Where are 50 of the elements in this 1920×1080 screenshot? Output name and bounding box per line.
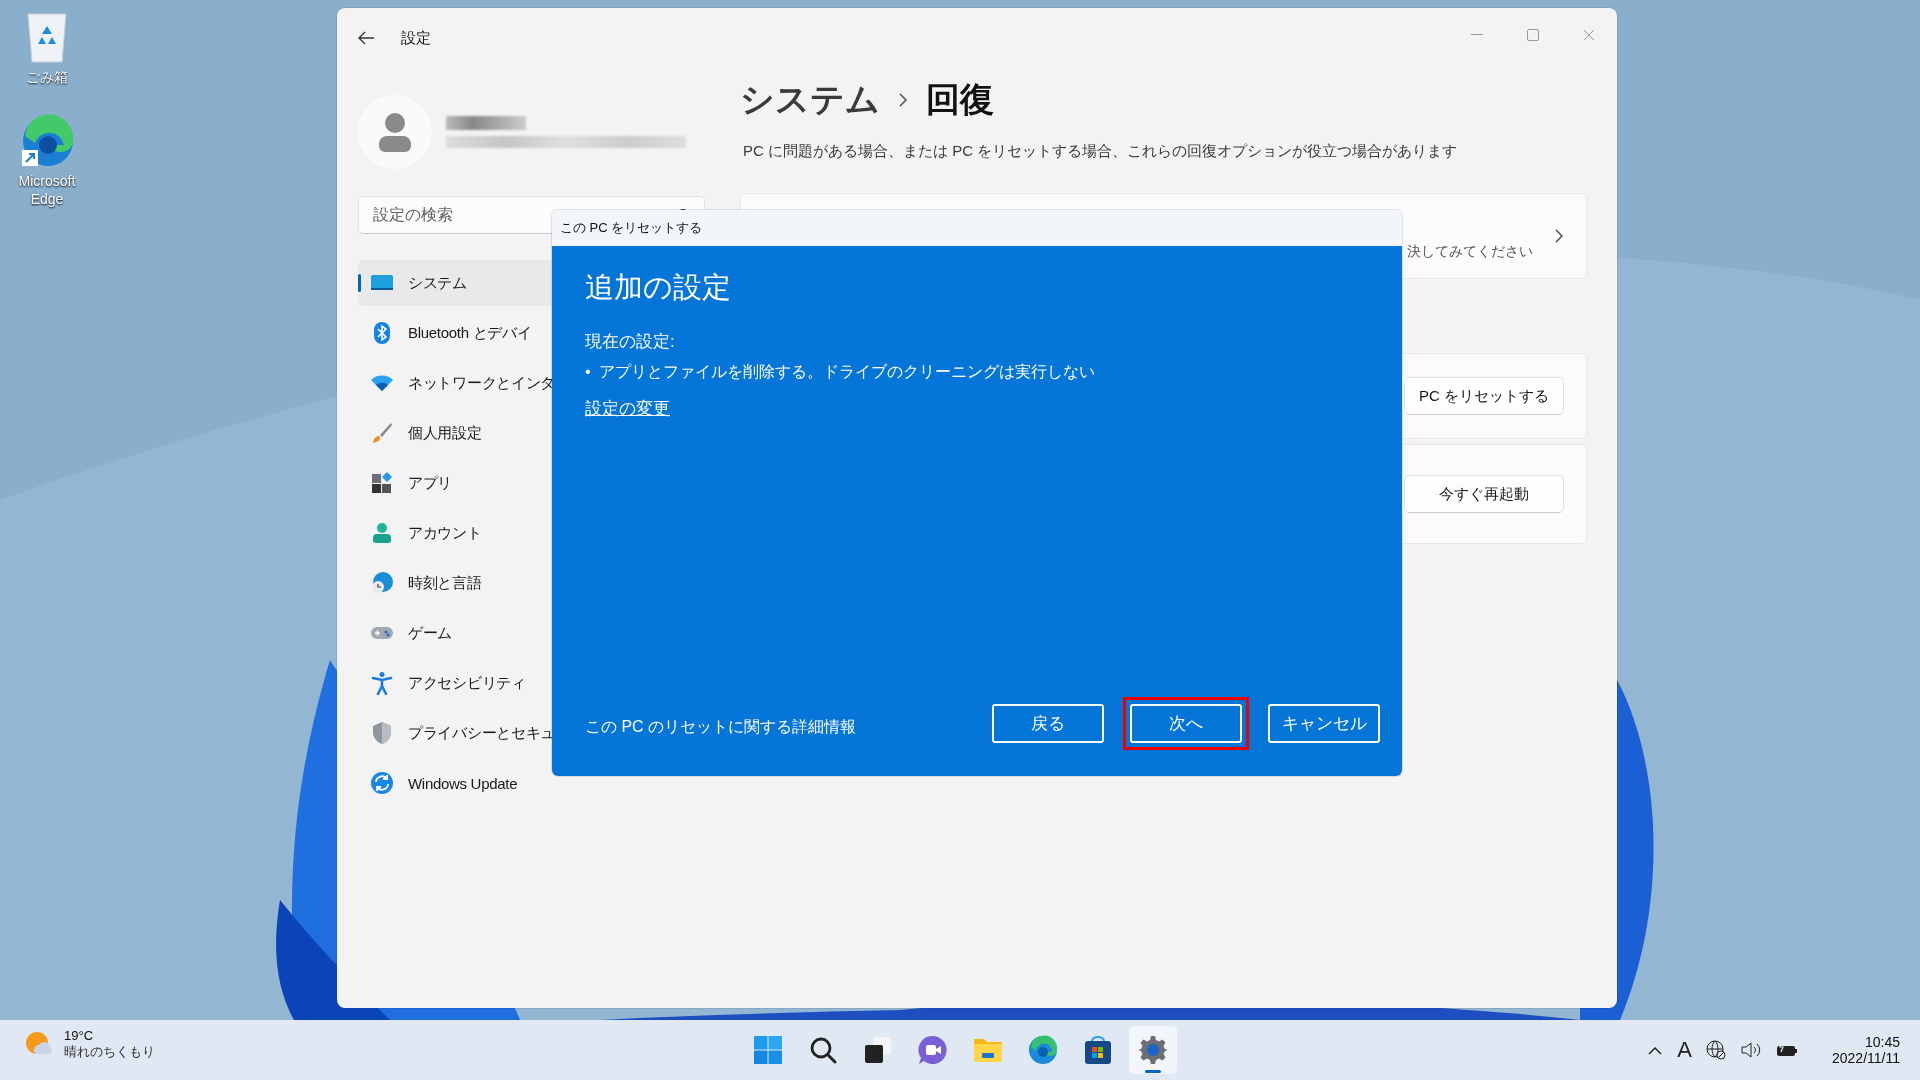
person-silhouette-icon	[378, 112, 412, 152]
desktop-icon-label: Microsoft Edge	[17, 172, 77, 208]
dialog-title: この PC をリセットする	[560, 219, 703, 237]
globe-clock-icon	[370, 571, 394, 595]
minimize-icon	[1471, 34, 1483, 36]
dialog-button[interactable]: 次へ	[1130, 704, 1242, 743]
card-button[interactable]: 今すぐ再起動	[1404, 475, 1564, 513]
shield-icon	[370, 721, 394, 745]
change-settings-link[interactable]: 設定の変更	[585, 397, 670, 420]
temperature: 19°C	[64, 1028, 95, 1043]
desktop-icon-label: ごみ箱	[26, 68, 68, 86]
card-button[interactable]: PC をリセットする	[1404, 377, 1564, 415]
apps-icon	[370, 471, 394, 495]
task-view-icon	[862, 1035, 893, 1065]
window-title: 設定	[401, 28, 432, 48]
globe-icon[interactable]	[1706, 1040, 1726, 1060]
sync-icon	[370, 771, 394, 795]
weather-widget[interactable]: 19°C 晴れのちくもり	[24, 1028, 155, 1061]
nav-item[interactable]: Windows Update	[358, 760, 705, 806]
chevron-right-icon	[1554, 228, 1564, 244]
settings-label: 現在の設定:	[585, 331, 676, 353]
maximize-icon	[1527, 29, 1539, 41]
dialog-button[interactable]: 戻る	[992, 704, 1104, 743]
input-indicator[interactable]: A	[1677, 1037, 1692, 1063]
bullet-text: アプリとファイルを削除する。ドライブのクリーニングは実行しない	[598, 362, 1095, 382]
breadcrumb-link[interactable]: システム	[740, 77, 880, 123]
gear-icon	[1137, 1035, 1168, 1065]
selection-indicator	[358, 274, 361, 292]
windows-logo-icon	[752, 1035, 783, 1065]
video-chat-icon	[917, 1035, 948, 1065]
clock[interactable]: 10:45 2022/11/11	[1832, 1034, 1900, 1066]
info-link[interactable]: この PC のリセットに関する詳細情報	[585, 717, 857, 738]
person-icon	[370, 521, 394, 545]
paintbrush-icon	[370, 421, 394, 445]
page-description: PC に問題がある場合、または PC をリセットする場合、これらの回復オプションが役立つ場合があります	[743, 142, 1459, 161]
accessibility-icon	[370, 671, 394, 695]
weather-condition: 晴れのちくもり	[64, 1043, 155, 1061]
chevron-up-icon[interactable]	[1647, 1045, 1664, 1055]
store-bag-icon	[1082, 1035, 1113, 1065]
speaker-icon[interactable]	[1740, 1041, 1762, 1059]
back-arrow-icon[interactable]	[357, 30, 375, 46]
close-icon	[1583, 29, 1595, 41]
dialog-button[interactable]: キャンセル	[1268, 704, 1380, 743]
card-description: 決してみてください	[1407, 243, 1533, 261]
active-indicator	[1144, 1070, 1161, 1073]
chevron-right-icon	[898, 92, 908, 108]
bullet-marker: •	[585, 362, 591, 382]
edge-shortcut-icon[interactable]	[20, 114, 74, 168]
page-title: 回復	[926, 79, 994, 120]
edge-logo-icon	[1027, 1035, 1058, 1065]
